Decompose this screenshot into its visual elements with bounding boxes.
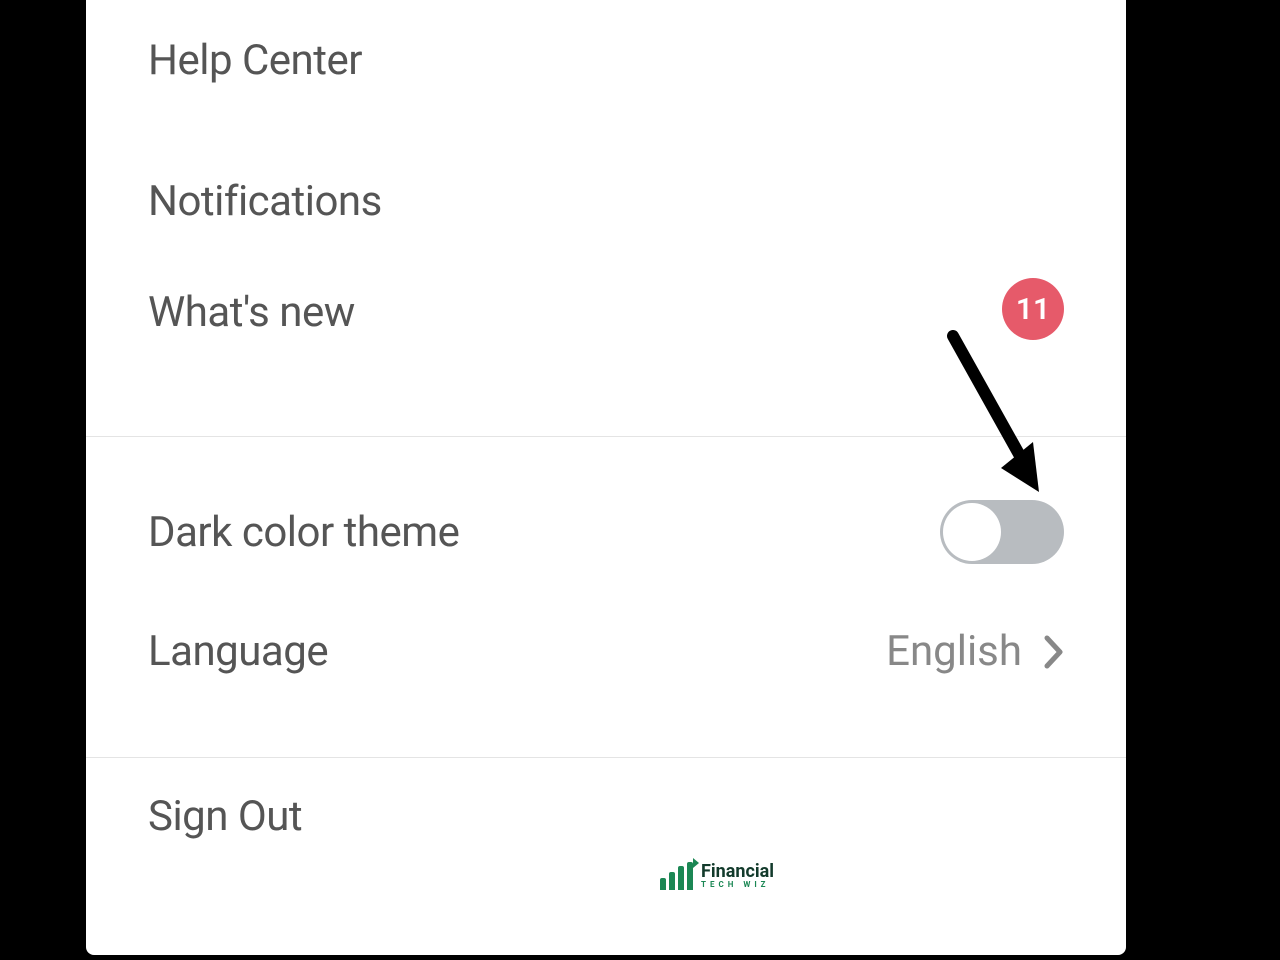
- watermark-logo: Financial TECH WIZ: [660, 862, 774, 890]
- watermark-sub: TECH WIZ: [701, 881, 774, 889]
- notifications-label: Notifications: [148, 177, 382, 226]
- chevron-right-icon: [1044, 635, 1064, 669]
- whats-new-label: What's new: [148, 288, 355, 337]
- menu-item-notifications[interactable]: Notifications: [148, 136, 1064, 266]
- whats-new-badge: 11: [1002, 278, 1064, 340]
- dark-theme-label: Dark color theme: [148, 508, 459, 557]
- menu-item-help-center[interactable]: Help Center: [148, 0, 1064, 136]
- language-value: English: [886, 627, 1022, 676]
- menu-item-whats-new[interactable]: What's new 11: [148, 266, 1064, 436]
- menu-item-dark-theme: Dark color theme: [148, 437, 1064, 627]
- background-fragments: ⦅⦅⦅: [1140, 0, 1190, 400]
- language-value-wrap[interactable]: English: [886, 627, 1064, 676]
- watermark-brand: Financial: [701, 863, 774, 881]
- language-label: Language: [148, 627, 328, 676]
- menu-item-language[interactable]: Language English: [148, 627, 1064, 757]
- dark-theme-toggle[interactable]: [940, 500, 1064, 564]
- sound-wave-icon: ⦅⦅⦅: [1144, 0, 1200, 49]
- help-center-label: Help Center: [148, 36, 362, 85]
- logo-bars-icon: [660, 862, 693, 890]
- toggle-knob: [943, 503, 1001, 561]
- sign-out-label: Sign Out: [148, 792, 302, 841]
- menu-item-sign-out[interactable]: Sign Out: [148, 758, 1064, 948]
- settings-menu-panel: Help Center Notifications What's new 11 …: [86, 0, 1126, 955]
